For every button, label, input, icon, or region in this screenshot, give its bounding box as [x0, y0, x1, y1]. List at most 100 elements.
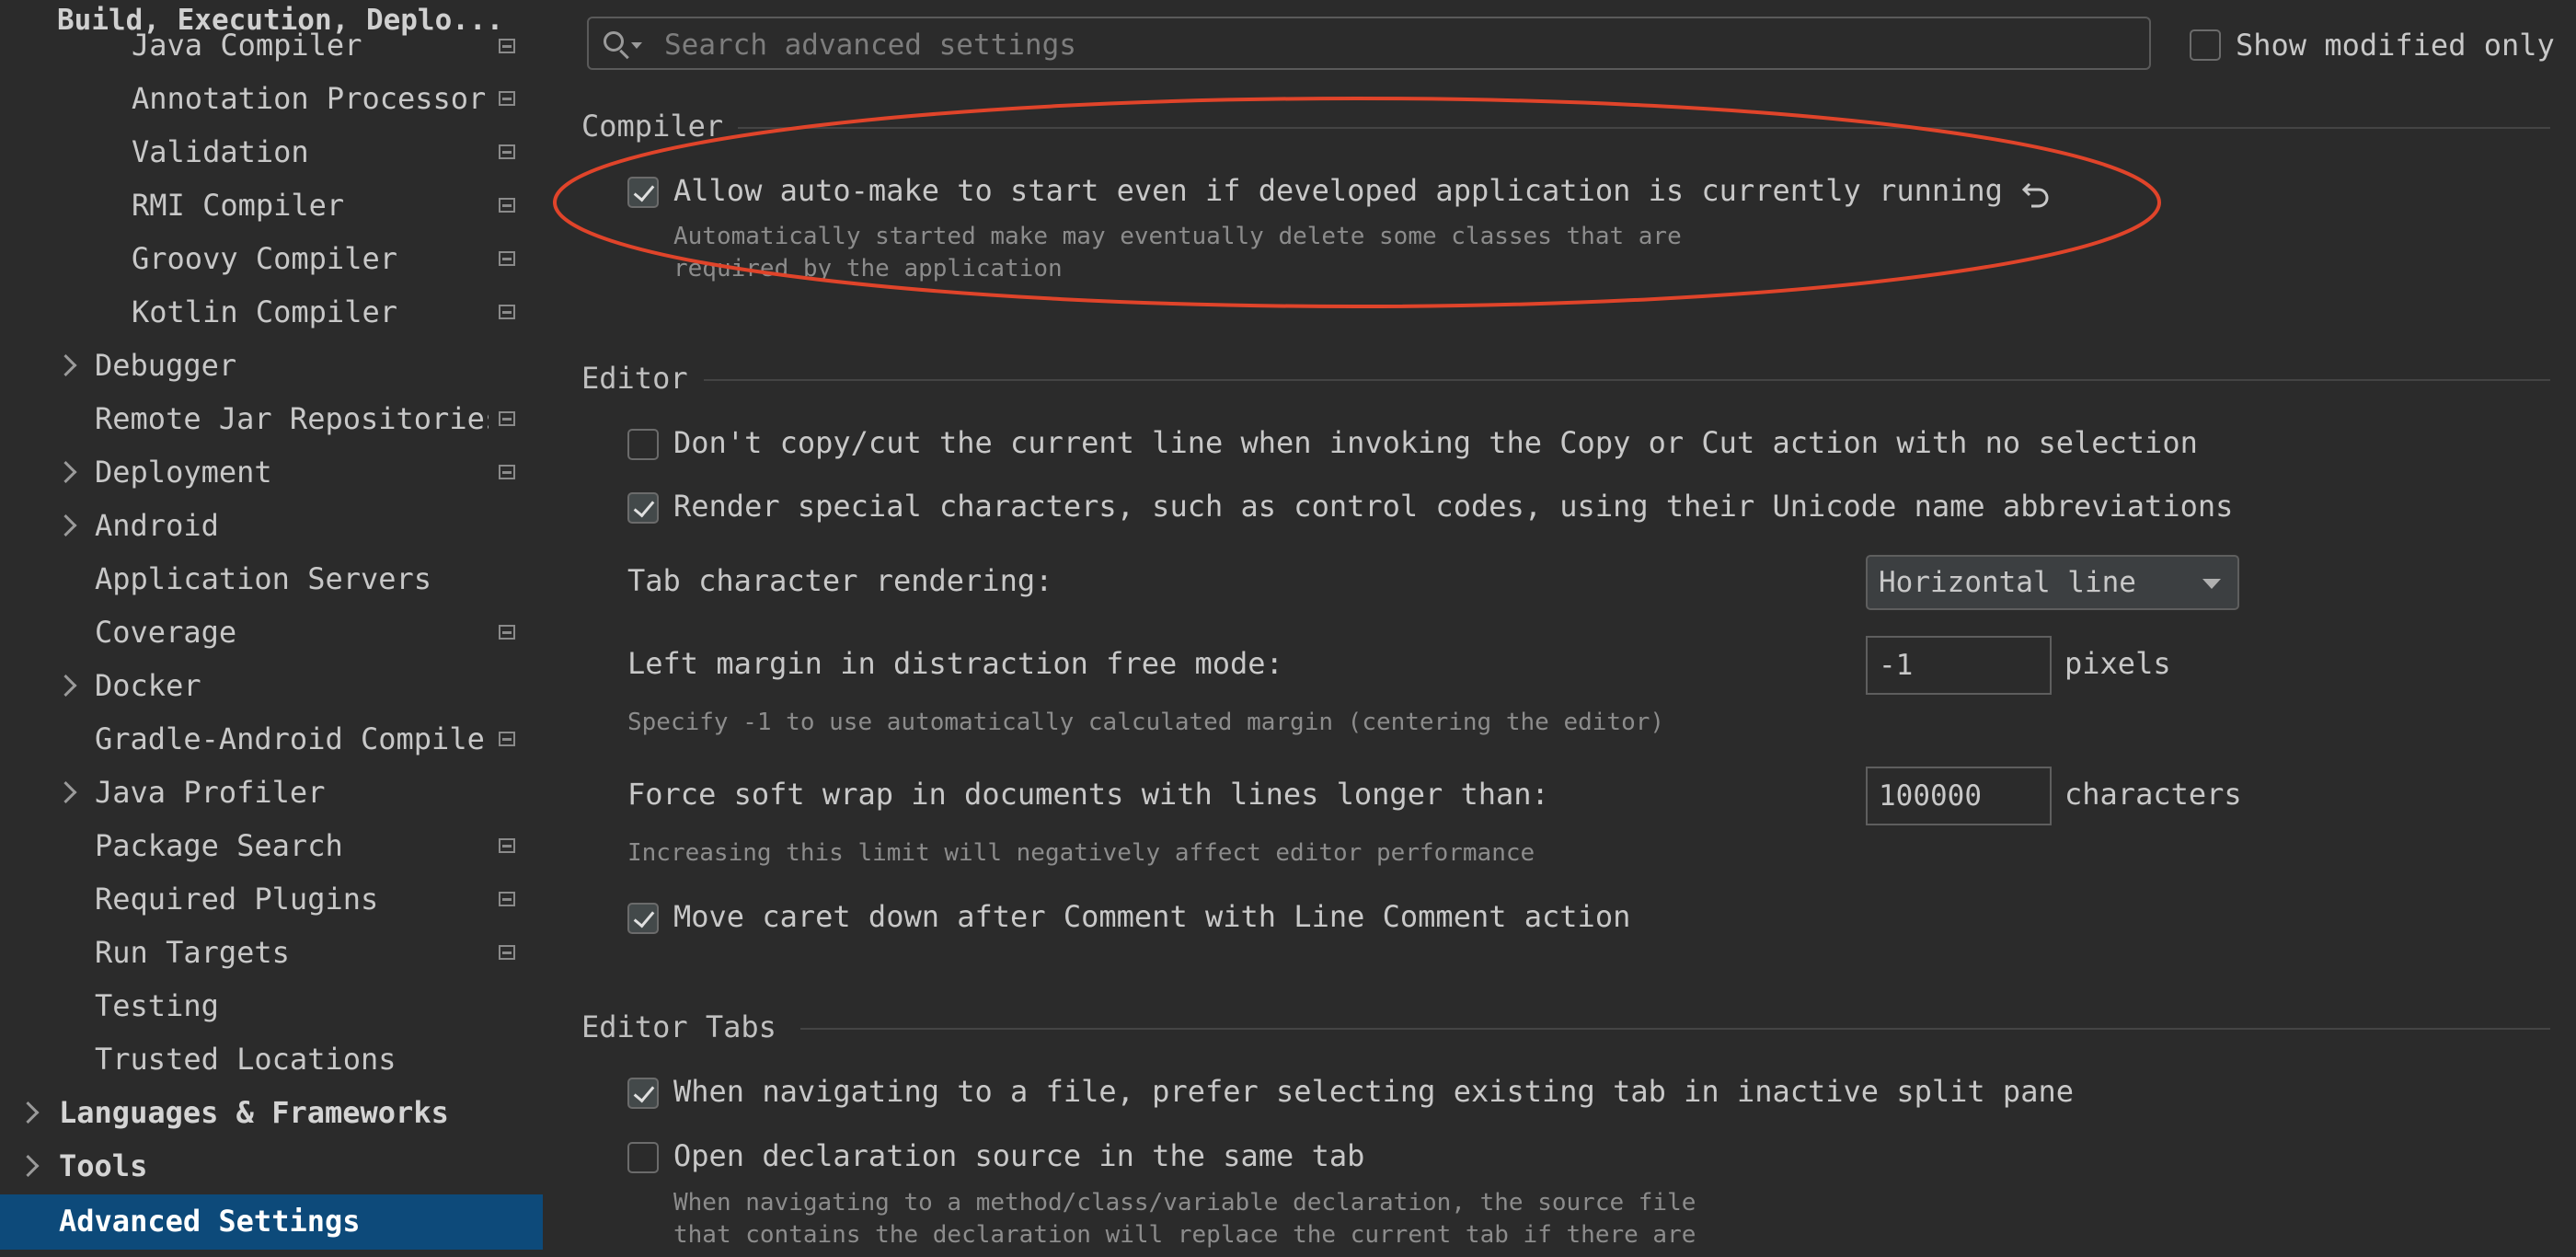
- modified-icon: [499, 305, 515, 319]
- sidebar-item-kotlin-compiler[interactable]: Kotlin Compiler: [132, 285, 397, 339]
- search-input[interactable]: [662, 24, 2120, 66]
- modified-icon: [499, 732, 515, 746]
- dont-copy-cut-line-checkbox[interactable]: [627, 429, 659, 460]
- modified-icon: [499, 465, 515, 479]
- highlight-ellipse-annotation: [553, 97, 2161, 308]
- settings-sidebar: Java Compiler Build, Execution, Deplo...…: [0, 0, 543, 1257]
- show-modified-only-checkbox[interactable]: [2190, 29, 2221, 61]
- sidebar-item-coverage[interactable]: Coverage: [95, 605, 236, 659]
- sidebar-item-label: Trusted Locations: [95, 1042, 397, 1077]
- tab-character-rendering-label: Tab character rendering:: [627, 563, 1053, 598]
- sidebar-item-label: Languages & Frameworks: [59, 1095, 449, 1130]
- sidebar-item-annotation-processors[interactable]: Annotation Processors: [132, 72, 486, 125]
- sidebar-item-gradle-android-compiler[interactable]: Gradle-Android Compiler: [95, 712, 486, 766]
- sidebar-item-groovy-compiler[interactable]: Groovy Compiler: [132, 232, 397, 285]
- sidebar-item-label: Debugger: [95, 348, 237, 383]
- chevron-right-icon[interactable]: [55, 780, 77, 804]
- chevron-right-icon[interactable]: [55, 353, 77, 377]
- sidebar-item-package-search[interactable]: Package Search: [95, 819, 343, 872]
- sidebar-item-testing[interactable]: Testing: [95, 979, 219, 1032]
- prefer-existing-tab-label[interactable]: When navigating to a file, prefer select…: [673, 1074, 2074, 1109]
- chevron-right-icon[interactable]: [20, 1154, 40, 1178]
- modified-icon: [499, 144, 515, 159]
- modified-icon: [499, 198, 515, 213]
- sidebar-item-trusted-locations[interactable]: Trusted Locations: [95, 1032, 397, 1086]
- sidebar-item-android[interactable]: Android: [55, 499, 219, 552]
- section-divider: [704, 379, 2550, 381]
- sidebar-item-label: Application Servers: [95, 561, 432, 596]
- render-special-characters-label[interactable]: Render special characters, such as contr…: [673, 489, 2233, 524]
- sidebar-item-languages-frameworks[interactable]: Languages & Frameworks: [20, 1086, 449, 1139]
- tab-character-rendering-dropdown[interactable]: Horizontal line: [1866, 555, 2239, 610]
- open-declaration-same-tab-checkbox[interactable]: [627, 1142, 659, 1173]
- show-modified-only-label[interactable]: Show modified only: [2236, 28, 2555, 63]
- modified-icon: [499, 838, 515, 853]
- chevron-right-icon[interactable]: [55, 674, 77, 698]
- sidebar-item-label: Run Targets: [95, 935, 290, 970]
- sidebar-item-label: RMI Compiler: [132, 188, 345, 223]
- sidebar-item-label: Kotlin Compiler: [132, 294, 397, 329]
- soft-wrap-hint: Increasing this limit will negatively af…: [627, 839, 1535, 867]
- modified-icon: [499, 892, 515, 906]
- search-icon: [604, 31, 624, 52]
- sidebar-item-java-profiler[interactable]: Java Profiler: [55, 766, 325, 819]
- prefer-existing-tab-checkbox[interactable]: [627, 1078, 659, 1109]
- sidebar-item-label: Remote Jar Repositories: [95, 401, 489, 436]
- sidebar-item-run-targets[interactable]: Run Targets: [95, 926, 290, 979]
- chevron-right-icon[interactable]: [55, 513, 77, 537]
- advanced-settings-panel: Show modified only Compiler Allow auto-m…: [543, 0, 2576, 1257]
- sidebar-item-label: Package Search: [95, 828, 343, 863]
- modified-icon: [499, 91, 515, 106]
- sidebar-item-advanced-settings[interactable]: Advanced Settings: [59, 1194, 361, 1248]
- soft-wrap-label: Force soft wrap in documents with lines …: [627, 777, 1549, 812]
- sidebar-item-label: Docker: [95, 668, 201, 703]
- sidebar-item-label: Testing: [95, 988, 219, 1023]
- modified-icon: [499, 625, 515, 640]
- dropdown-value: Horizontal line: [1879, 566, 2136, 599]
- left-margin-unit: pixels: [2064, 646, 2171, 681]
- sidebar-item-validation[interactable]: Validation: [132, 125, 309, 179]
- open-declaration-hint-line2: that contains the declaration will repla…: [673, 1221, 1696, 1249]
- chevron-down-icon: [2202, 579, 2221, 589]
- sidebar-item-tools[interactable]: Tools: [20, 1139, 147, 1193]
- sidebar-item-label: Validation: [132, 134, 309, 169]
- section-title-editor: Editor: [581, 361, 688, 396]
- search-history-dropdown-icon[interactable]: [631, 42, 642, 49]
- search-box[interactable]: [587, 17, 2151, 70]
- sidebar-item-docker[interactable]: Docker: [55, 659, 201, 712]
- sidebar-item-application-servers[interactable]: Application Servers: [95, 552, 431, 605]
- sidebar-item-debugger[interactable]: Debugger: [55, 339, 236, 392]
- soft-wrap-unit: characters: [2064, 777, 2242, 812]
- modified-icon: [499, 945, 515, 960]
- sidebar-item-label: Required Plugins: [95, 882, 379, 917]
- left-margin-input[interactable]: -1: [1866, 636, 2052, 695]
- move-caret-down-label[interactable]: Move caret down after Comment with Line …: [673, 899, 1630, 934]
- sidebar-item-label: Android: [95, 508, 219, 543]
- chevron-right-icon[interactable]: [20, 1101, 40, 1124]
- sidebar-item-label: Coverage: [95, 615, 237, 650]
- sidebar-item-rmi-compiler[interactable]: RMI Compiler: [132, 179, 344, 232]
- move-caret-down-checkbox[interactable]: [627, 903, 659, 934]
- modified-icon: [499, 411, 515, 426]
- sidebar-item-deployment[interactable]: Deployment: [55, 445, 272, 499]
- chevron-right-icon[interactable]: [55, 460, 77, 484]
- sidebar-item-label: Tools: [59, 1148, 148, 1183]
- modified-icon: [499, 251, 515, 266]
- dont-copy-cut-line-label[interactable]: Don't copy/cut the current line when inv…: [673, 425, 2198, 460]
- modified-icon: [499, 39, 515, 53]
- sidebar-item-label: Groovy Compiler: [132, 241, 397, 276]
- sidebar-item-required-plugins[interactable]: Required Plugins: [95, 872, 378, 926]
- left-margin-hint: Specify -1 to use automatically calculat…: [627, 709, 1665, 736]
- sidebar-section-header: Build, Execution, Deplo...: [57, 4, 504, 37]
- open-declaration-same-tab-label[interactable]: Open declaration source in the same tab: [673, 1138, 1364, 1173]
- section-divider: [800, 1028, 2550, 1030]
- render-special-characters-checkbox[interactable]: [627, 492, 659, 524]
- section-title-editor-tabs: Editor Tabs: [581, 1009, 776, 1044]
- soft-wrap-input[interactable]: 100000: [1866, 767, 2052, 825]
- left-margin-label: Left margin in distraction free mode:: [627, 646, 1283, 681]
- open-declaration-hint-line1: When navigating to a method/class/variab…: [673, 1189, 1696, 1217]
- sidebar-item-remote-jar-repositories[interactable]: Remote Jar Repositories: [95, 392, 489, 445]
- sidebar-item-label: Java Profiler: [95, 775, 326, 810]
- sidebar-item-label: Annotation Processors: [132, 81, 486, 116]
- sidebar-item-label: Gradle-Android Compiler: [95, 721, 486, 756]
